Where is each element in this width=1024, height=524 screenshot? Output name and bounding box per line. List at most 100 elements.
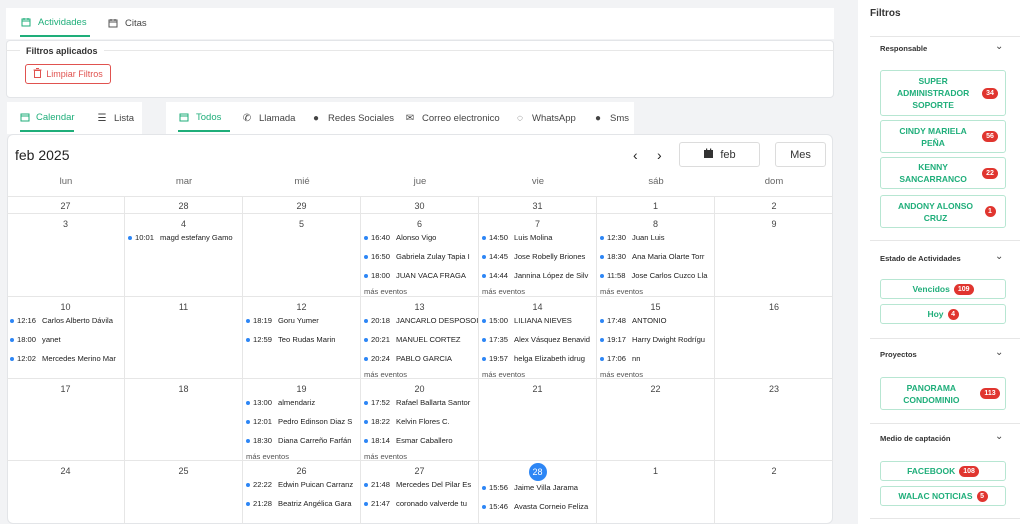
clear-filters-button[interactable]: Limpiar Filtros bbox=[25, 64, 111, 84]
filter-chip[interactable]: SUPER ADMINISTRADOR SOPORTE 34 bbox=[880, 70, 1006, 116]
more-events-link[interactable]: más eventos bbox=[364, 452, 407, 460]
calendar-event[interactable]: 21:47 coronado valverde tu bbox=[364, 499, 467, 508]
filter-chip[interactable]: CINDY MARIELA PEÑA 56 bbox=[880, 120, 1006, 153]
calendar-day-cell[interactable]: 28 15:56 Jaime Villa Jarama 15:46 Avasta Cor… bbox=[479, 460, 597, 524]
tab-llamada[interactable]: ✆ Llamada bbox=[241, 104, 296, 132]
calendar-day-cell[interactable]: 14 15:00 LILIANA NIEVES 17:35 Alex Vásquez B… bbox=[479, 296, 597, 378]
month-picker-button[interactable]: feb bbox=[679, 142, 760, 167]
calendar-event[interactable]: 18:22 Kelvin Flores C. bbox=[364, 417, 450, 426]
calendar-event[interactable]: 21:48 Mercedes Del Pilar Es bbox=[364, 480, 471, 489]
calendar-event[interactable]: 18:19 Goru Yumer bbox=[246, 316, 319, 325]
view-mode-button[interactable]: Mes bbox=[775, 142, 826, 167]
calendar-day-cell[interactable]: 26 22:22 Edwin Puican Carranz 21:28 Beatriz … bbox=[243, 460, 361, 524]
filter-chip[interactable]: FACEBOOK 108 bbox=[880, 461, 1006, 481]
more-events-link[interactable]: más eventos bbox=[364, 370, 407, 378]
filter-chip[interactable]: Hoy 4 bbox=[880, 304, 1006, 324]
calendar-event[interactable]: 14:50 Luis Molina bbox=[482, 233, 552, 242]
more-events-link[interactable]: más eventos bbox=[364, 287, 407, 296]
calendar-event[interactable]: 18:30 Ana Maria Olarte Torr bbox=[600, 252, 704, 261]
calendar-event[interactable]: 15:00 LILIANA NIEVES bbox=[482, 316, 572, 325]
calendar-event[interactable]: 18:14 Esmar Caballero bbox=[364, 436, 453, 445]
tab-citas[interactable]: Citas bbox=[107, 9, 147, 37]
calendar-event[interactable]: 12:59 Teo Rudas Marin bbox=[246, 335, 335, 344]
chevron-down-icon[interactable]: ⌄ bbox=[995, 251, 1003, 262]
calendar-day-cell[interactable]: 4 10:01 magd estefany Gamo bbox=[125, 213, 243, 296]
calendar-event[interactable]: 22:22 Edwin Puican Carranz bbox=[246, 480, 353, 489]
prev-month-button[interactable]: ‹ bbox=[633, 147, 638, 163]
calendar-event[interactable]: 17:48 ANTONIO bbox=[600, 316, 666, 325]
calendar-day-cell[interactable]: 17 bbox=[7, 378, 125, 460]
tab-lista[interactable]: ☰ Lista bbox=[96, 104, 135, 132]
tab-todos[interactable]: Todos bbox=[178, 104, 230, 132]
calendar-day-cell[interactable]: 31 bbox=[479, 196, 597, 213]
more-events-link[interactable]: más eventos bbox=[246, 452, 289, 460]
calendar-event[interactable]: 12:02 Mercedes Merino Mar bbox=[10, 354, 116, 363]
tab-correo-electronico[interactable]: ✉ Correo electronico bbox=[404, 104, 500, 132]
calendar-event[interactable]: 16:50 Gabriela Zulay Tapia I bbox=[364, 252, 470, 261]
more-events-link[interactable]: más eventos bbox=[482, 370, 525, 378]
calendar-day-cell[interactable]: 19 13:00 almendariz 12:01 Pedro Edinson Diaz… bbox=[243, 378, 361, 460]
calendar-event[interactable]: 13:00 almendariz bbox=[246, 398, 315, 407]
calendar-event[interactable]: 18:00 JUAN VACA FRAGA bbox=[364, 271, 466, 280]
calendar-day-cell[interactable]: 5 bbox=[243, 213, 361, 296]
calendar-day-cell[interactable]: 10 12:16 Carlos Alberto Dávila 18:00 yanet 12… bbox=[7, 296, 125, 378]
calendar-event[interactable]: 19:17 Harry Dwight Rodrígu bbox=[600, 335, 705, 344]
chevron-down-icon[interactable]: ⌄ bbox=[995, 347, 1003, 358]
filter-chip[interactable]: ANDONY ALONSO CRUZ 1 bbox=[880, 195, 1006, 228]
filter-chip[interactable]: KENNY SANCARRANCO 22 bbox=[880, 157, 1006, 189]
calendar-event[interactable]: 12:16 Carlos Alberto Dávila bbox=[10, 316, 113, 325]
calendar-event[interactable]: 14:44 Jannina López de Silv bbox=[482, 271, 588, 280]
calendar-day-cell[interactable]: 2 bbox=[715, 460, 833, 524]
calendar-event[interactable]: 21:28 Beatriz Angélica Gara bbox=[246, 499, 351, 508]
calendar-day-cell[interactable]: 25 bbox=[125, 460, 243, 524]
calendar-day-cell[interactable]: 24 bbox=[7, 460, 125, 524]
chevron-down-icon[interactable]: ⌄ bbox=[995, 41, 1003, 52]
calendar-day-cell[interactable]: 15 17:48 ANTONIO 19:17 Harry Dwight Rodrígu 1… bbox=[597, 296, 715, 378]
calendar-event[interactable]: 12:01 Pedro Edinson Diaz S bbox=[246, 417, 352, 426]
calendar-day-cell[interactable]: 27 bbox=[7, 196, 125, 213]
calendar-event[interactable]: 10:01 magd estefany Gamo bbox=[128, 233, 233, 242]
tab-actividades[interactable]: Actividades bbox=[20, 9, 90, 37]
calendar-day-cell[interactable]: 27 21:48 Mercedes Del Pilar Es 21:47 coronad… bbox=[361, 460, 479, 524]
more-events-link[interactable]: más eventos bbox=[482, 287, 525, 296]
calendar-day-cell[interactable]: 29 bbox=[243, 196, 361, 213]
tab-sms[interactable]: ● Sms bbox=[592, 104, 629, 132]
calendar-event[interactable]: 18:30 Diana Carreño Farfán bbox=[246, 436, 351, 445]
tab-calendar[interactable]: Calendar bbox=[20, 104, 75, 132]
calendar-event[interactable]: 12:30 Juan Luis bbox=[600, 233, 665, 242]
calendar-day-cell[interactable]: 6 16:40 Alonso Vigo 16:50 Gabriela Zulay Tap… bbox=[361, 213, 479, 296]
chevron-down-icon[interactable]: ⌄ bbox=[995, 431, 1003, 442]
next-month-button[interactable]: › bbox=[657, 147, 662, 163]
calendar-event[interactable]: 17:52 Rafael Ballarta Santor bbox=[364, 398, 470, 407]
calendar-day-cell[interactable]: 16 bbox=[715, 296, 833, 378]
calendar-event[interactable]: 15:46 Avasta Corneio Feliza bbox=[482, 502, 588, 511]
calendar-day-cell[interactable]: 30 bbox=[361, 196, 479, 213]
calendar-day-cell[interactable]: 22 bbox=[597, 378, 715, 460]
calendar-event[interactable]: 14:45 Jose Robelly Briones bbox=[482, 252, 585, 261]
calendar-day-cell[interactable]: 3 bbox=[7, 213, 125, 296]
calendar-day-cell[interactable]: 11 bbox=[125, 296, 243, 378]
calendar-event[interactable]: 16:40 Alonso Vigo bbox=[364, 233, 436, 242]
calendar-day-cell[interactable]: 21 bbox=[479, 378, 597, 460]
calendar-event[interactable]: 17:06 nn bbox=[600, 354, 640, 363]
filter-chip[interactable]: PANORAMA CONDOMINIO 113 bbox=[880, 377, 1006, 410]
calendar-event[interactable]: 19:57 helga Elizabeth idrug bbox=[482, 354, 585, 363]
calendar-day-cell[interactable]: 20 17:52 Rafael Ballarta Santor 18:22 Kelvin… bbox=[361, 378, 479, 460]
calendar-day-cell[interactable]: 7 14:50 Luis Molina 14:45 Jose Robelly Brion… bbox=[479, 213, 597, 296]
calendar-day-cell[interactable]: 8 12:30 Juan Luis 18:30 Ana Maria Olarte Tor… bbox=[597, 213, 715, 296]
filter-chip[interactable]: WALAC NOTICIAS 5 bbox=[880, 486, 1006, 506]
calendar-event[interactable]: 15:56 Jaime Villa Jarama bbox=[482, 483, 578, 492]
calendar-day-cell[interactable]: 12 18:19 Goru Yumer 12:59 Teo Rudas Marin bbox=[243, 296, 361, 378]
tab-whatsapp[interactable]: ◌ WhatsApp bbox=[514, 104, 576, 132]
calendar-event[interactable]: 11:58 Jose Carlos Cuzco Lla bbox=[600, 271, 707, 280]
calendar-day-cell[interactable]: 18 bbox=[125, 378, 243, 460]
calendar-day-cell[interactable]: 1 bbox=[597, 196, 715, 213]
calendar-event[interactable]: 20:24 PABLO GARCIA bbox=[364, 354, 452, 363]
calendar-day-cell[interactable]: 9 bbox=[715, 213, 833, 296]
calendar-day-cell[interactable]: 23 bbox=[715, 378, 833, 460]
calendar-event[interactable]: 20:21 MANUEL CORTEZ bbox=[364, 335, 461, 344]
filter-chip[interactable]: Vencidos 109 bbox=[880, 279, 1006, 299]
calendar-day-cell[interactable]: 1 bbox=[597, 460, 715, 524]
more-events-link[interactable]: más eventos bbox=[600, 370, 643, 378]
calendar-event[interactable]: 18:00 yanet bbox=[10, 335, 61, 344]
